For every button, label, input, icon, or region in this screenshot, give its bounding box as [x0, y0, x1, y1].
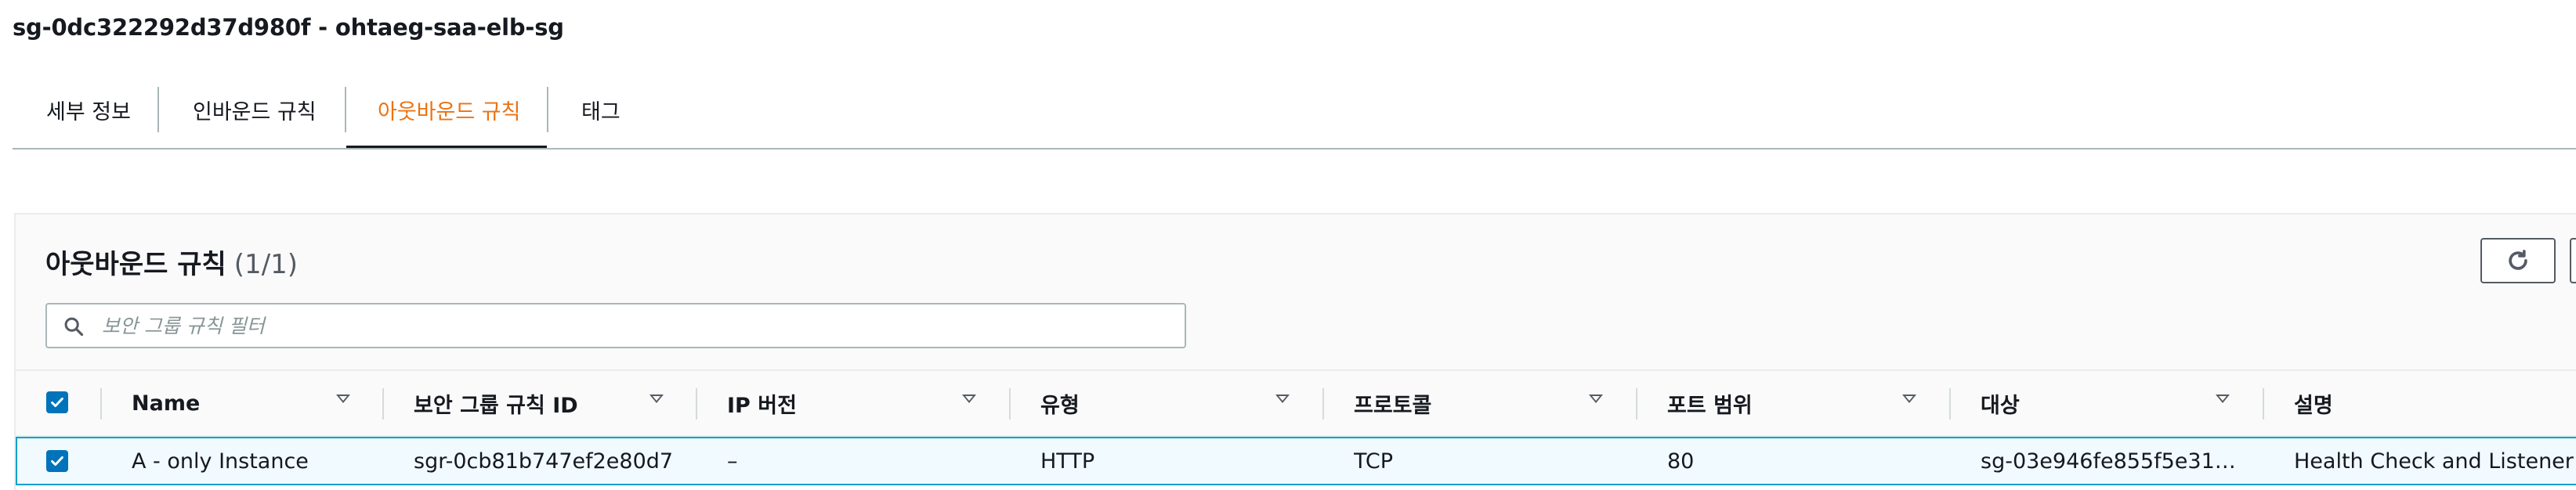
column-header-label: 설명: [2294, 393, 2333, 418]
panel-count: (1/1): [233, 249, 298, 280]
cell-description: Health Check and Listener: [2294, 449, 2574, 474]
column-header-protocol[interactable]: 프로토콜: [1354, 371, 1431, 435]
sort-caret-icon[interactable]: [962, 395, 976, 403]
cell-port-range: 80: [1667, 449, 1695, 474]
tab-inbound-rules[interactable]: 인바운드 규칙: [159, 70, 345, 149]
tab-tags-label: 태그: [581, 99, 620, 124]
tab-details-label: 세부 정보: [46, 99, 131, 124]
table-row[interactable]: A - only Instance sgr-0cb81b747ef2e80d7 …: [16, 437, 2576, 485]
column-header-rule-id[interactable]: 보안 그룹 규칙 ID: [414, 371, 578, 435]
page-title: sg-0dc322292d37d980f - ohtaeg-saa-elb-sg: [13, 14, 564, 41]
cell-rule-id: sgr-0cb81b747ef2e80d7: [414, 449, 674, 474]
column-header-label: IP 버전: [727, 393, 797, 418]
cell-destination[interactable]: sg-03e946fe855f5e31…: [1981, 438, 2247, 484]
column-separator: [100, 388, 102, 420]
tab-outbound-rules[interactable]: 아웃바운드 규칙: [346, 70, 547, 149]
column-header-name[interactable]: Name: [132, 371, 200, 435]
panel-title: 아웃바운드 규칙 (1/1): [45, 243, 298, 281]
select-all-checkbox[interactable]: [46, 391, 68, 413]
column-header-label: 포트 범위: [1667, 393, 1753, 418]
sort-caret-icon[interactable]: [336, 395, 350, 403]
search-icon: [64, 317, 84, 337]
actions-button[interactable]: [2570, 238, 2576, 283]
column-separator: [382, 388, 384, 420]
column-separator: [1636, 388, 1637, 420]
column-header-label: 대상: [1981, 393, 2020, 418]
column-separator: [1949, 388, 1951, 420]
refresh-button[interactable]: [2480, 238, 2556, 283]
cell-type: HTTP: [1040, 449, 1095, 474]
sort-caret-icon[interactable]: [1275, 395, 1290, 403]
sort-caret-icon[interactable]: [1589, 395, 1603, 403]
checkmark-icon: [51, 456, 63, 467]
column-header-label: 유형: [1040, 393, 1080, 418]
column-separator: [2263, 388, 2264, 420]
column-header-label: 프로토콜: [1354, 393, 1432, 418]
column-header-label: 보안 그룹 규칙 ID: [414, 393, 578, 418]
outbound-rules-panel: 아웃바운드 규칙(1/1) Name 보안 그룹 규칙 ID: [14, 213, 2576, 490]
tab-inbound-rules-label: 인바운드 규칙: [193, 99, 317, 124]
table-header: Name 보안 그룹 규칙 ID IP 버전 유형 프로토콜 포트 범위 대상 …: [16, 371, 2576, 437]
column-separator: [1322, 388, 1324, 420]
column-header-port-range[interactable]: 포트 범위: [1667, 371, 1753, 435]
column-header-description[interactable]: 설명: [2294, 371, 2333, 435]
column-separator: [1009, 388, 1011, 420]
panel-title-text: 아웃바운드 규칙: [45, 249, 226, 280]
cell-ip-version: –: [727, 449, 738, 474]
panel-header: 아웃바운드 규칙 (1/1): [16, 214, 2576, 371]
tab-outbound-rules-label: 아웃바운드 규칙: [378, 99, 521, 124]
sort-caret-icon[interactable]: [649, 395, 664, 403]
sort-caret-icon[interactable]: [2216, 395, 2230, 403]
tabs-divider: [13, 148, 2576, 150]
cell-name: A - only Instance: [132, 449, 309, 474]
rule-filter-search: [45, 303, 1186, 348]
refresh-icon: [2509, 250, 2527, 270]
tab-details[interactable]: 세부 정보: [13, 70, 157, 149]
cell-protocol: TCP: [1354, 449, 1394, 474]
tab-tags[interactable]: 태그: [548, 70, 642, 149]
sort-caret-icon[interactable]: [1902, 395, 1916, 403]
column-header-type[interactable]: 유형: [1040, 371, 1080, 435]
column-header-destination[interactable]: 대상: [1981, 371, 2020, 435]
row-checkbox[interactable]: [46, 450, 68, 472]
column-header-ip-version[interactable]: IP 버전: [727, 371, 797, 435]
column-header-label: Name: [132, 391, 201, 416]
search-input[interactable]: [102, 304, 1175, 347]
column-separator: [696, 388, 697, 420]
tab-bar: 세부 정보 인바운드 규칙 아웃바운드 규칙 태그: [13, 70, 2576, 149]
checkmark-icon: [51, 397, 63, 408]
